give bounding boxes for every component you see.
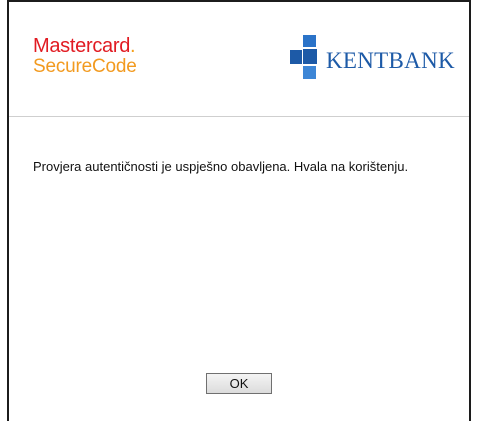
kentbank-wordmark: KENTBANK (326, 48, 455, 73)
securecode-wordmark: SecureCode (33, 56, 137, 77)
ok-button[interactable]: OK (206, 373, 272, 394)
mastercard-wordmark: Mastercard (33, 35, 131, 57)
mastercard-securecode-logo: Mastercard. SecureCode (33, 36, 137, 76)
header-divider (9, 116, 469, 117)
dialog-border-right (469, 0, 471, 421)
kentbank-cross-icon (290, 35, 317, 79)
kentbank-logo: KENTBANK (290, 35, 455, 79)
mastercard-logo-text: Mastercard. (33, 36, 137, 56)
mastercard-logo-dot: . (130, 35, 136, 57)
authentication-dialog: Mastercard. SecureCode KENTBANK Provjera… (0, 0, 477, 421)
authentication-success-message: Provjera autentičnosti je uspješno obavl… (33, 159, 409, 174)
